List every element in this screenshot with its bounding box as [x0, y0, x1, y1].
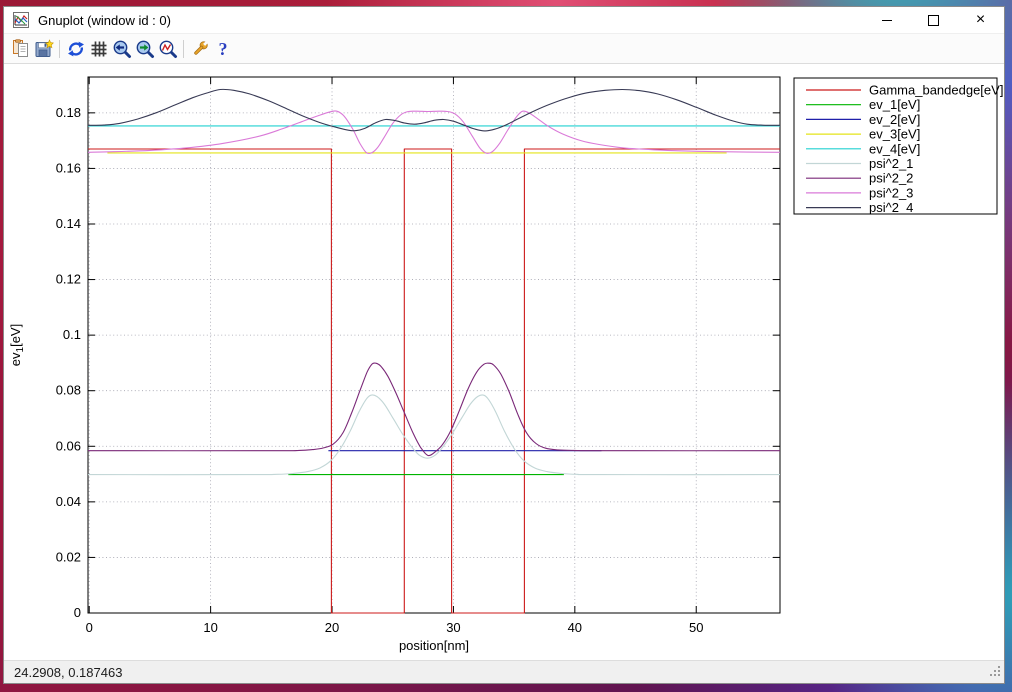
y-tick-label: 0	[74, 605, 81, 620]
plot-svg[interactable]: 0 10 20 30 40 50 0 0.02 0.04 0.06 0.08 0.1 0.12 0.14 0…	[4, 64, 1004, 664]
legend-label-ev-4: ev_4[eV]	[869, 141, 920, 156]
close-button[interactable]: ×	[957, 7, 1004, 33]
copy-to-clipboard-button[interactable]	[9, 37, 32, 60]
legend-label-ev-2: ev_2[eV]	[869, 112, 920, 127]
zoom-next-icon	[135, 39, 155, 59]
statusbar: 24.2908, 0.187463	[4, 660, 1004, 683]
save-icon	[34, 39, 54, 59]
y-tick-label: 0.18	[56, 105, 81, 120]
legend-label-psi2-4: psi^2_4	[869, 200, 913, 215]
x-tick-label: 50	[689, 620, 703, 635]
desktop: { "window": { "title": "Gnuplot (window …	[0, 0, 1012, 692]
toolbar-separator	[59, 40, 60, 58]
legend-label-psi2-3: psi^2_3	[869, 185, 913, 200]
save-graph-button[interactable]	[32, 37, 55, 60]
legend-label-ev-1: ev_1[eV]	[869, 97, 920, 112]
help-icon: ?	[213, 39, 233, 59]
wrench-icon	[190, 39, 210, 59]
zoom-previous-icon	[112, 39, 132, 59]
options-button[interactable]	[188, 37, 211, 60]
svg-text:?: ?	[218, 39, 227, 59]
minimize-button[interactable]	[863, 7, 910, 33]
y-tick-label: 0.14	[56, 216, 81, 231]
grid-icon	[89, 39, 109, 59]
y-axis-label: ev1[eV]	[8, 324, 26, 366]
zoom-previous-button[interactable]	[110, 37, 133, 60]
series-gamma-bandedge	[88, 149, 780, 613]
replot-button[interactable]	[64, 37, 87, 60]
plot-border	[88, 77, 780, 613]
x-tick-label: 10	[203, 620, 217, 635]
legend-label-ev-3: ev_3[eV]	[869, 127, 920, 142]
gnuplot-window: Gnuplot (window id : 0) ×	[3, 6, 1005, 684]
series-psi2-3	[88, 111, 780, 154]
resize-grip[interactable]	[990, 665, 1001, 680]
x-tick-label: 20	[325, 620, 339, 635]
y-tick-label: 0.04	[56, 494, 81, 509]
zoom-next-button[interactable]	[133, 37, 156, 60]
series-psi2-4	[88, 89, 780, 131]
legend-label-gamma-bandedge: Gamma_bandedge[eV]	[869, 83, 1003, 98]
unzoom-all-button[interactable]	[156, 37, 179, 60]
plot-canvas: 0 10 20 30 40 50 0 0.02 0.04 0.06 0.08 0.1 0.12 0.14 0…	[4, 64, 1004, 660]
y-tick-label: 0.1	[63, 327, 81, 342]
close-icon: ×	[976, 12, 985, 28]
series-psi2-2	[88, 363, 780, 456]
y-tick-label: 0.06	[56, 438, 81, 453]
x-tick-label: 40	[568, 620, 582, 635]
y-tick-label: 0.12	[56, 272, 81, 287]
toggle-grid-button[interactable]	[87, 37, 110, 60]
y-tick-label: 0.08	[56, 383, 81, 398]
y-tick-label: 0.16	[56, 160, 81, 175]
help-button[interactable]: ?	[211, 37, 234, 60]
mouse-coordinates: 24.2908, 0.187463	[14, 665, 122, 680]
window-title: Gnuplot (window id : 0)	[38, 13, 171, 28]
maximize-button[interactable]	[910, 7, 957, 33]
minimize-icon	[882, 20, 892, 21]
titlebar[interactable]: Gnuplot (window id : 0) ×	[4, 7, 1004, 33]
x-tick-label: 30	[446, 620, 460, 635]
legend-label-psi2-2: psi^2_2	[869, 171, 913, 186]
series-psi2-1	[88, 395, 780, 475]
refresh-icon	[66, 39, 86, 59]
x-tick-label: 0	[86, 620, 93, 635]
copy-icon	[11, 39, 31, 59]
x-axis-label: position[nm]	[399, 638, 469, 653]
toolbar: ?	[4, 33, 1004, 64]
window-controls: ×	[863, 7, 1004, 33]
y-tick-label: 0.02	[56, 549, 81, 564]
toolbar-separator	[183, 40, 184, 58]
unzoom-icon	[158, 39, 178, 59]
legend-label-psi2-1: psi^2_1	[869, 156, 913, 171]
gnuplot-app-icon	[13, 12, 29, 28]
maximize-icon	[928, 15, 939, 26]
